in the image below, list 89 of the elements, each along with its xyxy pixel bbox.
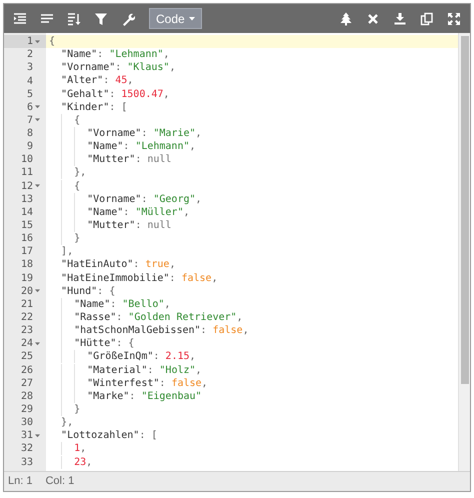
line-number: 15 [20, 219, 33, 234]
line-number: 24 [20, 337, 33, 352]
code-line: "Lottozahlen": [ [60, 429, 158, 442]
caret-icon [188, 16, 195, 20]
code-line: "Alter": 45, [60, 74, 134, 88]
code-line: { [49, 35, 56, 48]
code-line: "Material": "Holz", [49, 364, 202, 377]
line-number: 33 [20, 456, 33, 470]
line-number: 28 [20, 390, 33, 404]
code-line: "Hütte": { [49, 337, 134, 350]
line-number: 1 [26, 35, 33, 50]
line-number: 22 [20, 311, 33, 326]
line-number: 20 [20, 284, 33, 299]
line-number: 4 [26, 74, 33, 88]
code-line: "Vorname": "Georg", [49, 192, 202, 206]
line-number: 17 [20, 245, 33, 260]
close-icon[interactable] [366, 12, 380, 26]
line-number: 5 [26, 88, 33, 102]
align-indent-icon[interactable] [13, 12, 27, 26]
line-number: 7 [26, 114, 33, 128]
code-line: "Mutter": null [49, 219, 172, 232]
code-line: }, [49, 166, 86, 180]
copy-icon[interactable] [420, 12, 434, 26]
line-number: 3 [26, 61, 33, 76]
code-line: 23, [49, 456, 92, 469]
line-number: 23 [20, 324, 33, 338]
line-number: 21 [20, 298, 33, 312]
code-line: "Vorname": "Klaus", [60, 61, 176, 74]
fold-icon[interactable] [35, 105, 40, 110]
tree-icon[interactable] [339, 12, 353, 26]
line-number: 8 [26, 127, 33, 142]
fold-icon[interactable] [35, 118, 40, 122]
line-number: 18 [20, 258, 33, 272]
fold-icon[interactable] [35, 40, 40, 44]
filter-icon[interactable] [94, 12, 108, 26]
cursor-column: Col: 1 [45, 473, 74, 490]
align-lines-icon[interactable] [40, 12, 54, 26]
scrollbar-thumb[interactable] [460, 36, 468, 384]
code-line: "Marke": "Eigenbau" [49, 390, 202, 403]
sort-icon[interactable] [67, 12, 81, 26]
code-line: "GrößeInQm": 2.15, [49, 350, 196, 364]
code-line: }, [60, 416, 74, 430]
code-line: { [49, 180, 80, 193]
code-line: "Mutter": null [49, 153, 172, 166]
code-line: "Vorname": "Marie", [49, 127, 202, 140]
code-line: "Name": "Lehmann", [60, 48, 170, 62]
code-line: } [49, 403, 80, 416]
line-number: 14 [20, 206, 33, 220]
line-number: 11 [20, 166, 33, 180]
fold-icon[interactable] [35, 289, 40, 294]
line-number: 26 [20, 364, 33, 378]
code-line: "Name": "Lehmann", [49, 140, 196, 154]
code-line: "Name": "Müller", [49, 206, 190, 219]
code-line: "hatSchonMalGebissen": false, [49, 324, 249, 338]
code-line: "Gehalt": 1500.47, [60, 88, 170, 101]
line-number: 16 [20, 232, 33, 246]
code-line: "Name": "Bello", [49, 298, 170, 311]
fold-icon[interactable] [35, 184, 40, 188]
mode-dropdown[interactable]: Code [149, 8, 202, 29]
code-line: "Hund": { [60, 284, 116, 298]
line-number: 19 [20, 272, 33, 286]
line-number: 12 [20, 180, 33, 194]
code-line: 1, [49, 442, 86, 456]
line-number: 2 [26, 48, 33, 62]
wrench-icon[interactable] [121, 12, 135, 26]
line-number: 10 [20, 153, 33, 168]
line-number: 31 [20, 429, 33, 444]
code-line: "Rasse": "Golden Retriever", [49, 311, 243, 324]
scrollbar[interactable] [458, 33, 470, 471]
line-number: 9 [26, 140, 33, 154]
line-number: 25 [20, 350, 33, 364]
line-number: 6 [26, 100, 33, 115]
code-line: "HatEineImmobilie": false, [60, 272, 218, 285]
line-number: 27 [20, 376, 33, 391]
fold-icon[interactable] [35, 342, 40, 346]
code-line: "Kinder": [ [60, 100, 128, 114]
line-number: 29 [20, 403, 33, 418]
line-number: 30 [20, 416, 33, 430]
code-line: } [49, 232, 80, 246]
line-number: 13 [20, 192, 33, 207]
code-line: ], [60, 245, 74, 258]
line-number: 32 [20, 442, 33, 456]
fold-icon[interactable] [35, 434, 40, 438]
cursor-line: Ln: 1 [8, 474, 32, 490]
fullscreen-icon[interactable] [447, 12, 461, 26]
code-line: "HatEinAuto": true, [60, 258, 176, 272]
download-icon[interactable] [393, 12, 407, 26]
code-line: { [49, 114, 80, 127]
code-line: "Winterfest": false, [49, 376, 208, 390]
